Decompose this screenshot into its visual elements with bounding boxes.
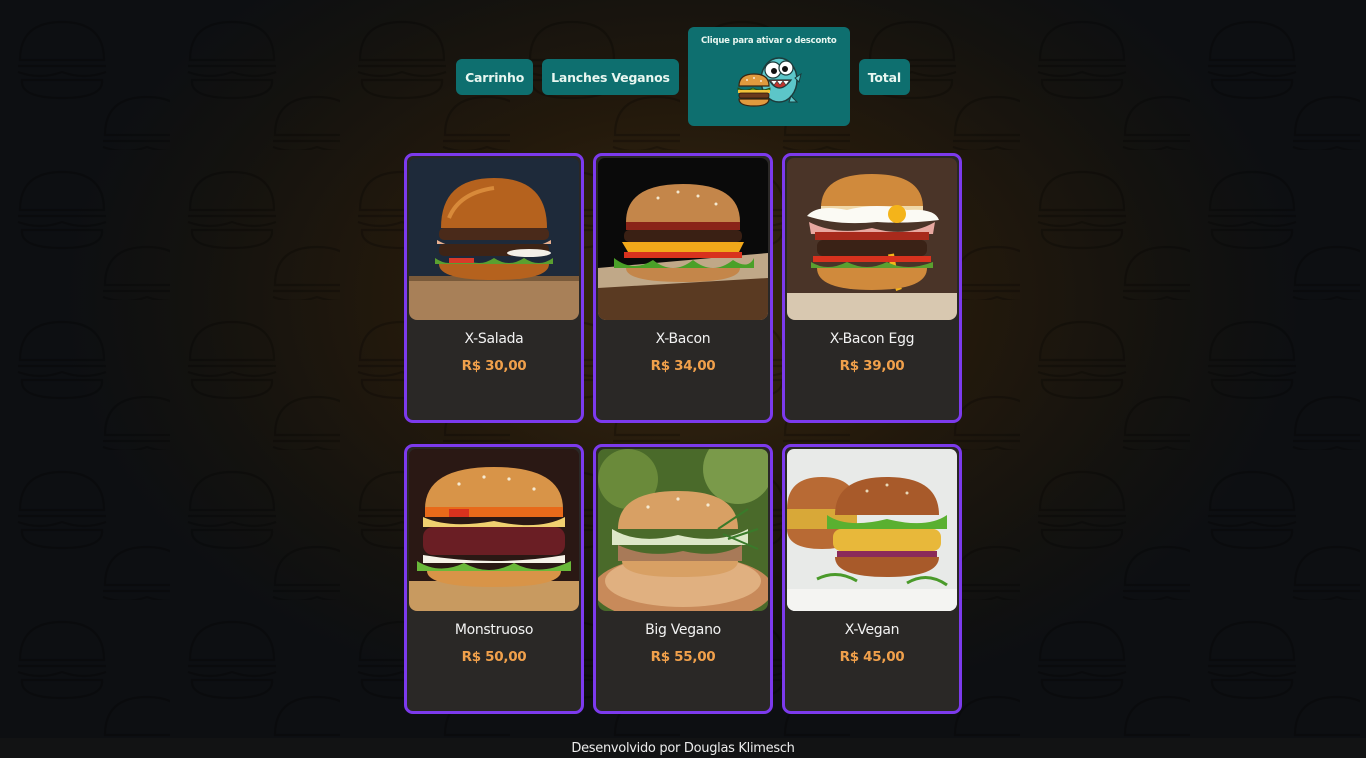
burger-bacon-egg-photo	[787, 158, 957, 320]
product-card-x-vegan[interactable]: X-Vegan R$ 45,00	[782, 444, 962, 714]
product-price: R$ 55,00	[650, 649, 716, 665]
footer: Desenvolvido por Douglas Klimesch	[0, 738, 1366, 758]
product-price: R$ 45,00	[839, 649, 905, 665]
product-price: R$ 39,00	[839, 358, 905, 374]
monster-eating-burger-icon	[737, 57, 802, 107]
product-price: R$ 30,00	[461, 358, 527, 374]
burger-monster-photo	[409, 449, 579, 611]
product-card-big-vegano[interactable]: Big Vegano R$ 55,00	[593, 444, 773, 714]
product-card-monstruoso[interactable]: Monstruoso R$ 50,00	[404, 444, 584, 714]
burger-x-vegan-photo	[787, 449, 957, 611]
product-name: X-Bacon Egg	[829, 331, 915, 347]
cart-button[interactable]: Carrinho	[456, 59, 534, 95]
vegan-burgers-button[interactable]: Lanches Veganos	[542, 59, 679, 95]
product-name: X-Salada	[464, 331, 524, 347]
burger-big-vegan-photo	[598, 449, 768, 611]
total-button[interactable]: Total	[858, 59, 910, 95]
product-name: X-Vegan	[844, 622, 900, 638]
product-price: R$ 34,00	[650, 358, 716, 374]
product-card-x-bacon-egg[interactable]: X-Bacon Egg R$ 39,00	[782, 153, 962, 423]
product-name: X-Bacon	[655, 331, 711, 347]
burger-bacon-photo	[598, 158, 768, 320]
product-grid: X-Salada R$ 30,00 X-Bacon R$ 34,00 X-Bac…	[404, 153, 962, 714]
product-price: R$ 50,00	[461, 649, 527, 665]
burger-salad-photo	[409, 158, 579, 320]
discount-button[interactable]: Clique para ativar o desconto	[687, 27, 850, 126]
discount-label: Clique para ativar o desconto	[700, 36, 837, 46]
product-card-x-salada[interactable]: X-Salada R$ 30,00	[404, 153, 584, 423]
product-card-x-bacon[interactable]: X-Bacon R$ 34,00	[593, 153, 773, 423]
product-name: Big Vegano	[645, 622, 721, 638]
top-navigation: Carrinho Lanches Veganos Clique para ati…	[0, 27, 1366, 126]
product-name: Monstruoso	[454, 622, 534, 638]
footer-credit: Desenvolvido por Douglas Klimesch	[571, 740, 795, 756]
